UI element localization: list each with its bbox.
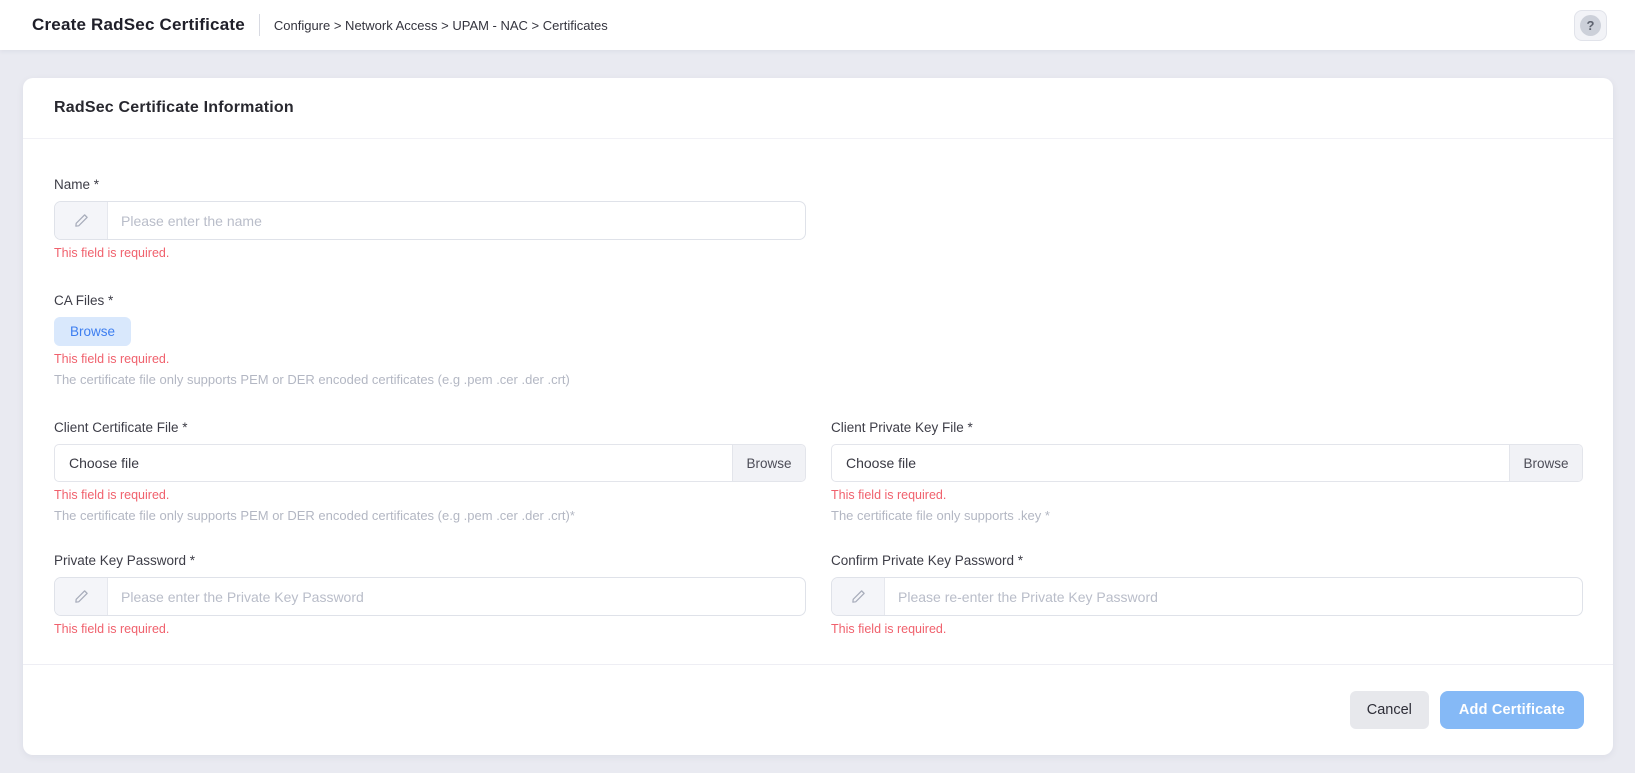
ca-files-hint: The certificate file only supports PEM o… (54, 372, 1584, 387)
client-certificate-file-browse-button[interactable]: Browse (732, 445, 805, 481)
pencil-icon (832, 578, 885, 615)
add-certificate-button[interactable]: Add Certificate (1440, 691, 1584, 729)
pencil-icon (55, 578, 108, 615)
client-private-key-file-label: Client Private Key File * (831, 420, 1583, 435)
client-private-key-file-error: This field is required. (831, 488, 1583, 502)
client-private-key-file-browse-button[interactable]: Browse (1509, 445, 1582, 481)
card-title: RadSec Certificate Information (54, 99, 294, 117)
ca-files-label: CA Files * (54, 293, 1584, 308)
confirm-private-key-password-input[interactable] (885, 578, 1582, 615)
client-certificate-file-hint: The certificate file only supports PEM o… (54, 508, 806, 523)
client-certificate-file-value: Choose file (55, 445, 732, 481)
radsec-certificate-card: RadSec Certificate Information Name * Th… (23, 78, 1613, 755)
password-row: Private Key Password * This field is req… (54, 553, 1584, 636)
client-private-key-file-hint: The certificate file only supports .key … (831, 508, 1583, 523)
client-private-key-file-value: Choose file (832, 445, 1509, 481)
private-key-password-input-group (54, 577, 806, 616)
name-error: This field is required. (54, 246, 806, 260)
help-button[interactable]: ? (1574, 10, 1607, 41)
name-input-group (54, 201, 806, 240)
private-key-password-label: Private Key Password * (54, 553, 806, 568)
client-certificate-file-section: Client Certificate File * Choose file Br… (54, 420, 806, 523)
pencil-icon (55, 202, 108, 239)
client-private-key-file-section: Client Private Key File * Choose file Br… (831, 420, 1583, 523)
confirm-private-key-password-error: This field is required. (831, 622, 1583, 636)
page-header: Create RadSec Certificate Configure > Ne… (0, 0, 1635, 50)
client-certificate-file-error: This field is required. (54, 488, 806, 502)
confirm-private-key-password-section: Confirm Private Key Password * This fiel… (831, 553, 1583, 636)
client-certificate-file-label: Client Certificate File * (54, 420, 806, 435)
page-title: Create RadSec Certificate (32, 15, 245, 35)
client-private-key-file-input[interactable]: Choose file Browse (831, 444, 1583, 482)
help-icon: ? (1580, 15, 1601, 36)
client-certificate-file-input[interactable]: Choose file Browse (54, 444, 806, 482)
private-key-password-section: Private Key Password * This field is req… (54, 553, 806, 636)
confirm-private-key-password-input-group (831, 577, 1583, 616)
name-label: Name * (54, 177, 806, 192)
ca-files-error: This field is required. (54, 352, 1584, 366)
page: Create RadSec Certificate Configure > Ne… (0, 0, 1635, 755)
certificate-files-row: Client Certificate File * Choose file Br… (54, 420, 1584, 523)
private-key-password-input[interactable] (108, 578, 805, 615)
card-body: Name * This field is required. CA Files … (23, 139, 1613, 664)
name-field-section: Name * This field is required. (54, 177, 806, 260)
name-input[interactable] (108, 202, 805, 239)
confirm-private-key-password-label: Confirm Private Key Password * (831, 553, 1583, 568)
private-key-password-error: This field is required. (54, 622, 806, 636)
main-content: RadSec Certificate Information Name * Th… (0, 50, 1635, 755)
header-divider (259, 14, 260, 36)
ca-files-section: CA Files * Browse This field is required… (54, 293, 1584, 387)
card-footer: Cancel Add Certificate (23, 664, 1613, 755)
card-header: RadSec Certificate Information (23, 78, 1613, 139)
breadcrumb: Configure > Network Access > UPAM - NAC … (274, 18, 608, 33)
cancel-button[interactable]: Cancel (1350, 691, 1429, 729)
ca-files-browse-button[interactable]: Browse (54, 317, 131, 346)
